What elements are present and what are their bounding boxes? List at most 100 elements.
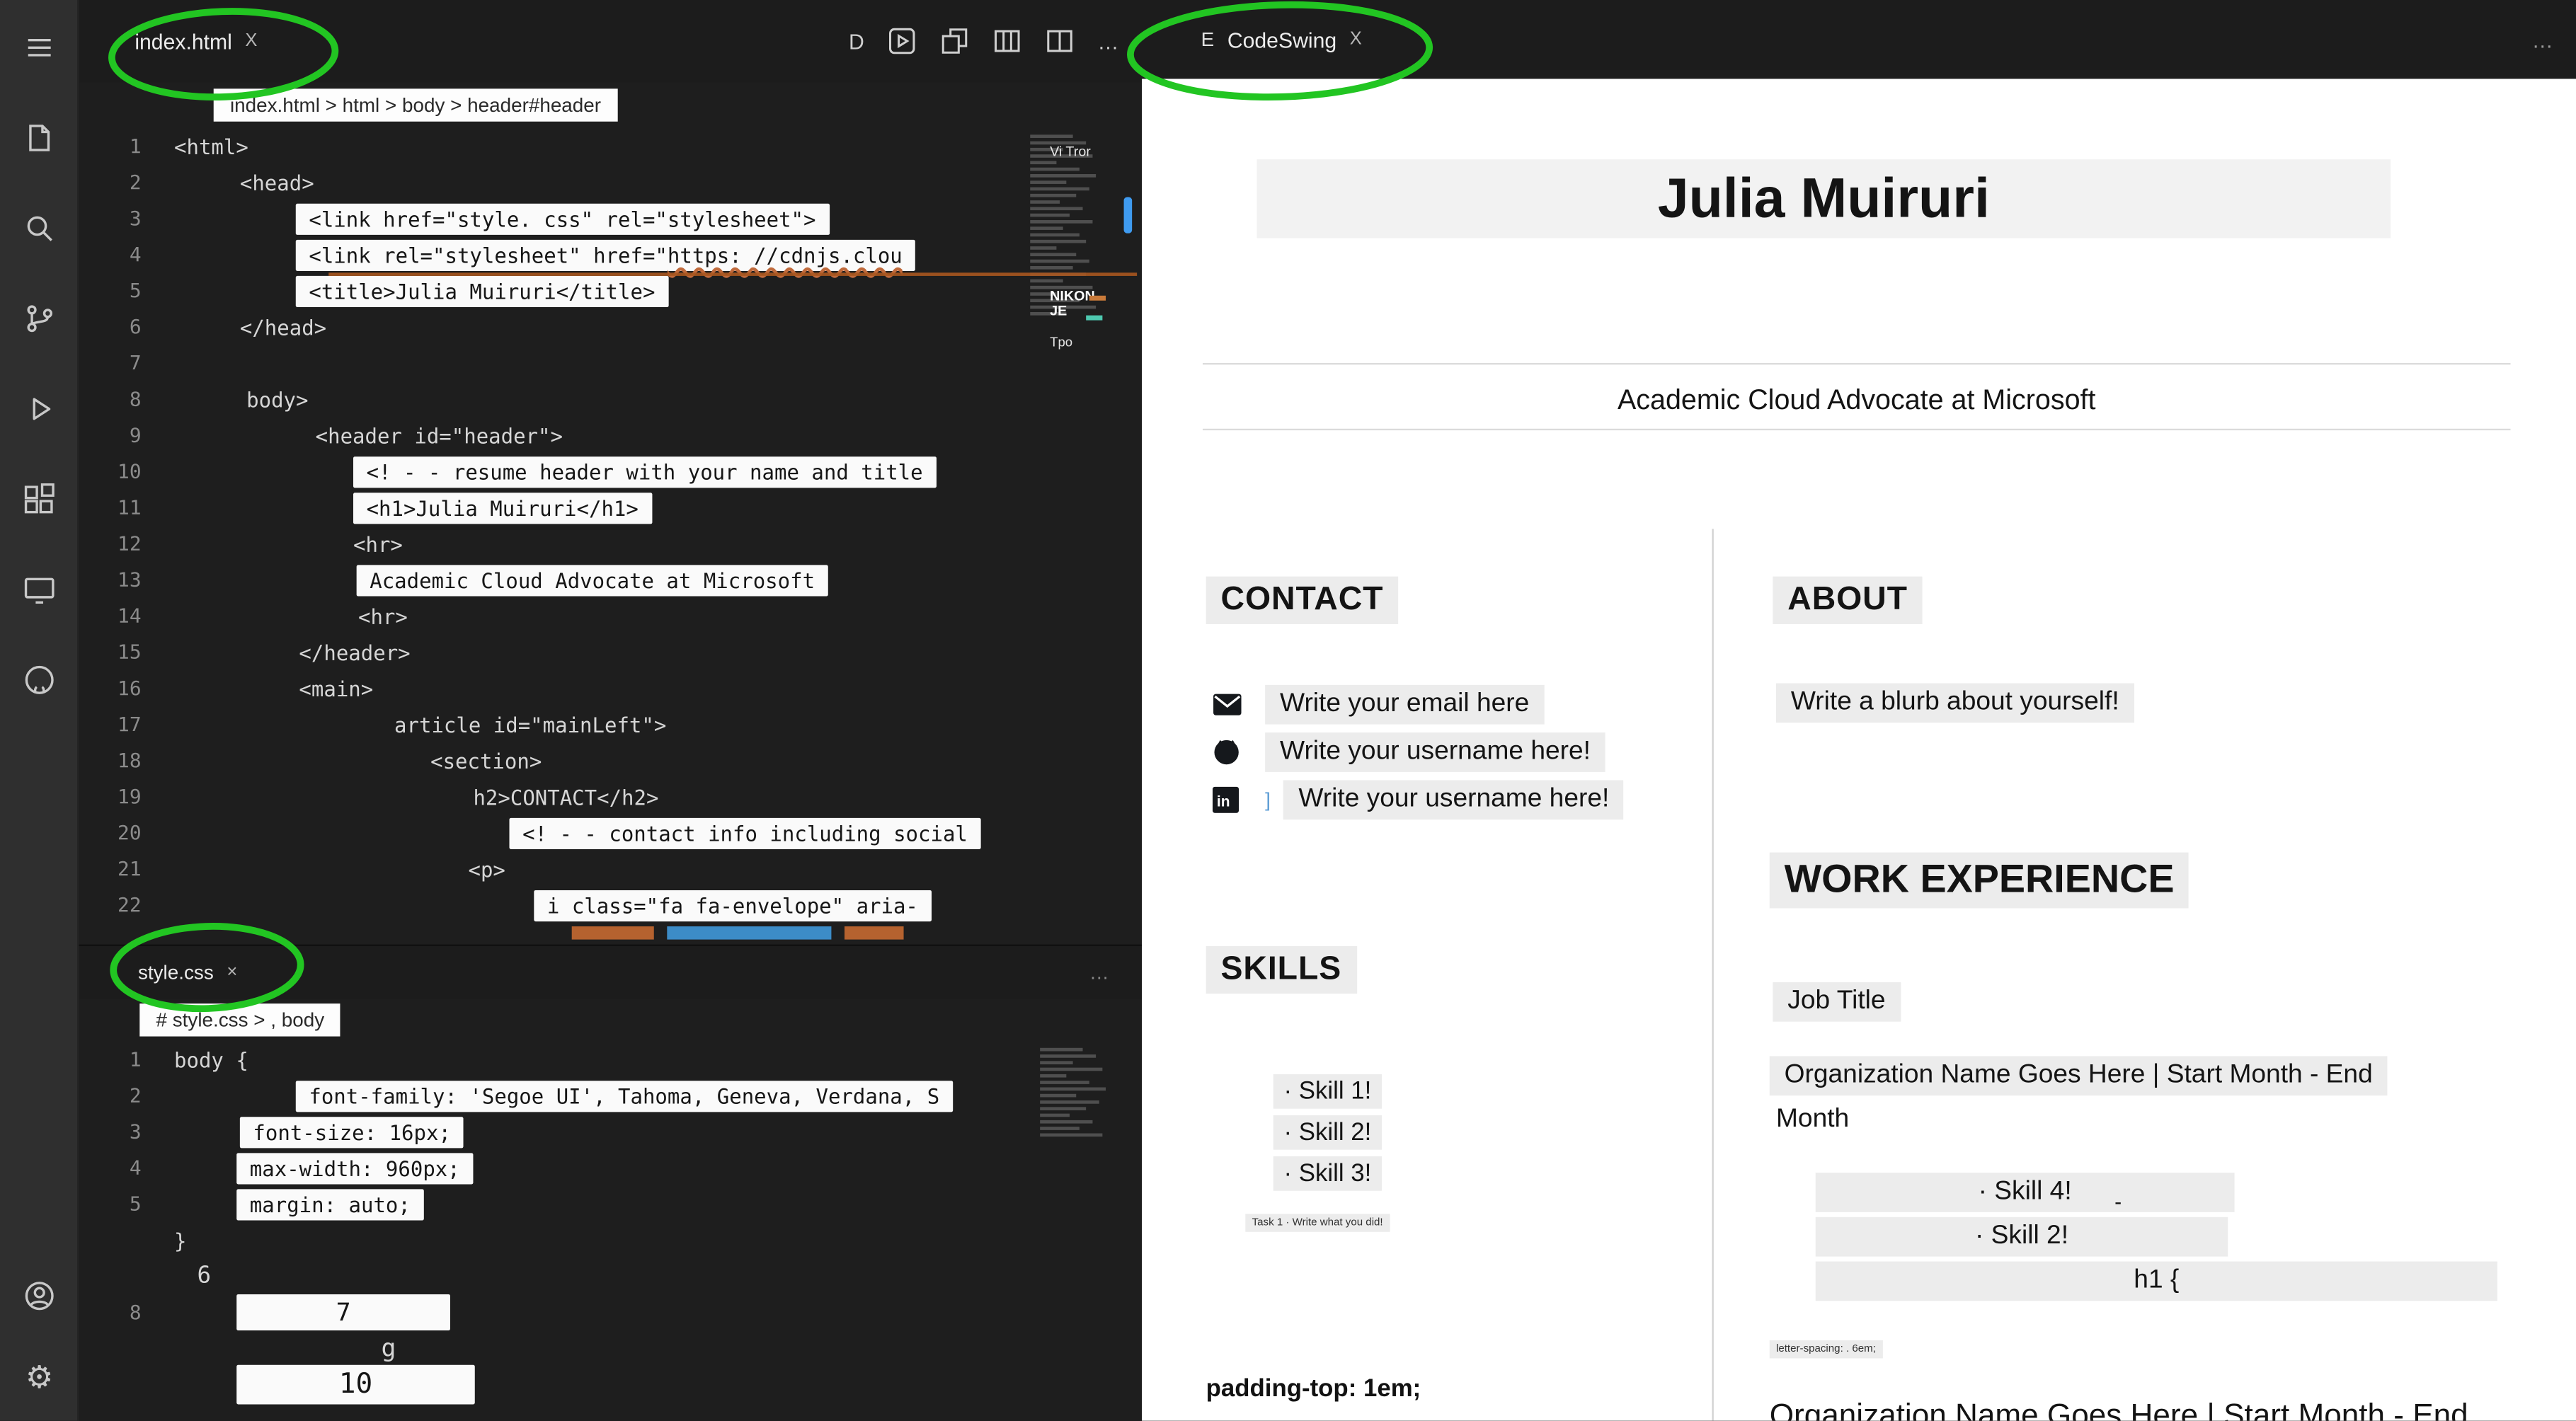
line-number: 2 [129,1083,142,1108]
extensions-icon[interactable] [19,480,59,519]
code-line[interactable]: 14 <hr> [79,598,1026,634]
minimap-label: Tpo [1050,335,1073,350]
task-note-text: Task 1 · Write what you did! [1245,1214,1390,1232]
code-editor-style-css[interactable]: 1 body { 2 font-family: 'Segoe UI', Tahoma,… [79,1042,1026,1405]
resume-name: Julia Muiruri [1657,166,1990,229]
code-line[interactable]: 9 <header id="header"> [79,418,1026,454]
code-line[interactable]: 22 i class="fa fa-envelope" aria- [79,887,1026,923]
code-line[interactable]: 4 max-width: 960px; [79,1150,1026,1186]
code-line[interactable]: 17 article id="mainLeft"> [79,706,1026,742]
code-text: <title>Julia Muiruri</title> [295,275,668,306]
job-title: Job Title [1773,982,1901,1022]
code-line[interactable]: 1 <html> [79,128,1026,164]
close-icon[interactable]: X [245,31,257,51]
tab-codeswing[interactable]: E CodeSwing X [1184,0,1378,79]
code-line[interactable]: 2 font-family: 'Segoe UI', Tahoma, Geneva… [79,1078,1026,1114]
code-line[interactable]: 5 margin: auto; [79,1186,1026,1222]
tab-bar-top: index.html X D … [79,0,1143,83]
minimap-bottom[interactable] [1037,1045,1106,1200]
code-line[interactable]: 13 Academic Cloud Advocate at Microsoft [79,562,1026,598]
account-icon[interactable] [20,1276,59,1316]
github-icon[interactable] [19,660,59,700]
resume-subtitle: Academic Cloud Advocate at Microsoft [1617,384,2096,416]
code-line[interactable]: 11 <h1>Julia Muiruri</h1> [79,490,1026,526]
code-line[interactable]: 3 font-size: 16px; [79,1114,1026,1150]
code-line[interactable]: g [79,1330,1026,1367]
code-line[interactable]: 7 [79,345,1026,381]
line-number: 11 [118,495,142,519]
code-editor-index-html[interactable]: 1 <html> 2 <head> 3 <link href="style. css" r… [79,128,1026,923]
letter-d-indicator[interactable]: D [849,29,864,54]
heading-text: ABOUT [1773,576,1923,624]
code-line[interactable]: 6 </head> [79,309,1026,345]
contact-item[interactable]: Write your username here! [1213,727,1624,775]
code-text: 10 [236,1364,475,1405]
remote-explorer-icon[interactable] [19,570,59,609]
run-debug-icon[interactable] [19,389,59,429]
close-icon[interactable]: X [1350,30,1362,50]
code-line[interactable]: 16 <main> [79,670,1026,706]
code-text: g [381,1333,396,1364]
code-text: <head> [239,170,314,195]
breadcrumb[interactable]: index.html > html > body > header#header [213,88,618,122]
divider [1202,362,2511,365]
code-line[interactable]: 3 <link href="style. css" rel="stylesheet… [79,200,1026,236]
code-text: } [174,1227,187,1253]
code-line[interactable]: 15 </header> [79,634,1026,670]
scrollbar-indicator[interactable] [1123,197,1133,234]
tab-index-html[interactable]: index.html X [118,0,274,82]
organization-text: Organization Name Goes Here | Start Mont… [1769,1056,2388,1096]
breadcrumb[interactable]: # style.css > , body [139,1003,341,1037]
code-line[interactable]: 20 <! - - contact info including social [79,815,1026,851]
more-actions-icon[interactable]: … [1097,29,1118,54]
code-line[interactable]: 19 h2>CONTACT</h2> [79,778,1026,815]
work-skill-bars: · Skill 4! · Skill 2! h1 { [1815,1173,2497,1306]
skills-list: · Skill 1! · Skill 2! · Skill 3! [1237,1074,1418,1197]
tab-style-css[interactable]: style.css × [122,946,254,999]
line-number: 10 [118,459,142,483]
code-line[interactable]: 1 body { [79,1042,1026,1078]
settings-gear-icon[interactable]: ⚙ [20,1358,59,1398]
contact-item[interactable]: in] Write your username here! [1212,776,1625,823]
more-actions-icon[interactable]: … [2532,27,2553,52]
about-blurb: Write a blurb about yourself! [1776,683,2134,723]
code-line[interactable]: 10 [79,1364,1026,1405]
code-line[interactable]: 8 body> [79,381,1026,417]
code-text: <header id="header"> [315,422,563,448]
minimap-fleck [1086,315,1103,321]
stray-css-text: padding-top: 1em; [1206,1374,1421,1403]
about-text: Write a blurb about yourself! [1776,683,2134,723]
work-skill-bar: · Skill 4! [1815,1173,2235,1212]
close-icon[interactable]: × [227,962,237,982]
split-editor-icon[interactable] [1045,26,1075,56]
svg-text:in: in [1217,793,1230,809]
code-line[interactable]: 4 <link rel="stylesheet" href="https: //c… [79,236,1026,272]
menu-icon[interactable] [19,28,59,67]
code-line[interactable]: 87 [79,1294,1026,1331]
code-line[interactable]: 10 <! - - resume header with your name an… [79,454,1026,490]
stray-dash: - [2114,1189,2122,1214]
tab-bar-preview: E CodeSwing X … [1142,0,2576,79]
work-note: letter-spacing: . 6em; [1769,1330,1883,1360]
code-line[interactable]: 5 <title>Julia Muiruri</title> [79,272,1026,309]
layout-columns-icon[interactable] [992,26,1022,56]
code-line[interactable]: 6 [79,1258,1026,1294]
contact-item[interactable]: Write your email here [1213,680,1624,727]
activity-bar-icons [0,0,77,700]
code-text: <section> [430,748,542,773]
code-line[interactable]: 12 <hr> [79,526,1026,562]
contact-list: Write your email here Write your username… [1212,680,1625,823]
explorer-icon[interactable] [19,118,59,158]
source-control-icon[interactable] [19,299,59,338]
work-note-text: letter-spacing: . 6em; [1769,1340,1883,1359]
code-line[interactable]: 18 <section> [79,742,1026,778]
search-icon[interactable] [19,209,59,248]
code-text: font-family: 'Segoe UI', Tahoma, Geneva,… [295,1080,953,1112]
run-preview-icon[interactable] [887,26,917,56]
code-line[interactable]: 21 <p> [79,851,1026,887]
code-line[interactable]: } [79,1222,1026,1258]
code-line[interactable]: 2 <head> [79,164,1026,200]
more-actions-icon[interactable]: … [1089,961,1109,984]
code-text: <! - - contact info including social [509,817,981,848]
compare-icon[interactable] [940,26,970,56]
